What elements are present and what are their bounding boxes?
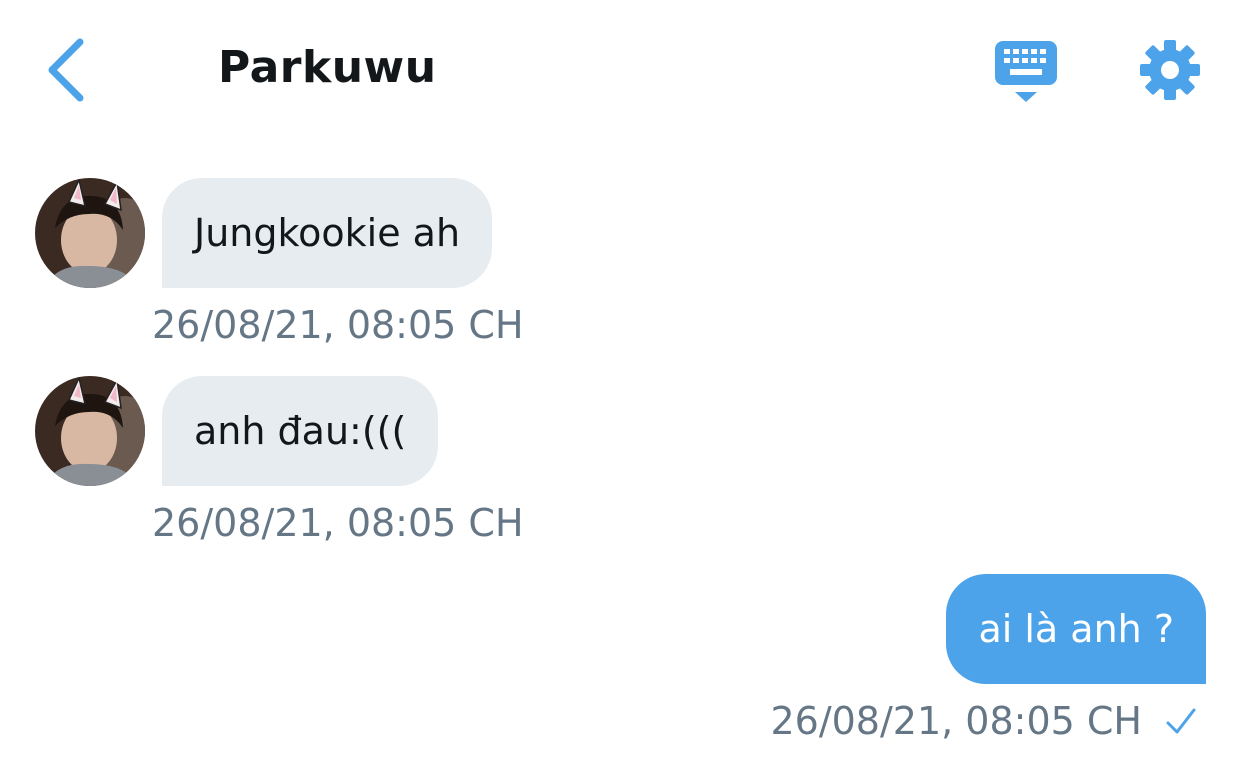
avatar-image	[35, 376, 145, 486]
avatar-image	[35, 178, 145, 288]
check-icon	[1166, 708, 1196, 734]
outgoing-meta: 26/08/21, 08:05 CH	[770, 696, 1198, 746]
sender-avatar[interactable]	[35, 178, 145, 288]
conversation-header: Parkuwu	[0, 0, 1242, 140]
gear-icon	[1140, 40, 1200, 100]
message-timestamp: 26/08/21, 08:05 CH	[152, 501, 524, 545]
message-timestamp: 26/08/21, 08:05 CH	[152, 303, 524, 347]
dm-conversation-screen: Parkuwu Jungkookie ah 26/08/21, 08:05 CH…	[0, 0, 1242, 767]
sender-avatar[interactable]	[35, 376, 145, 486]
message-bubble-outgoing[interactable]: ai là anh ?	[946, 574, 1206, 684]
message-timestamp: 26/08/21, 08:05 CH	[770, 699, 1142, 743]
keyboard-icon	[995, 41, 1057, 102]
message-bubble-incoming[interactable]: Jungkookie ah	[162, 178, 493, 288]
chevron-left-icon	[48, 38, 84, 102]
back-button[interactable]	[40, 34, 96, 106]
settings-button[interactable]	[1138, 38, 1202, 102]
message-bubble-incoming[interactable]: anh đau:(((	[162, 376, 439, 486]
keyboard-button[interactable]	[992, 38, 1060, 106]
conversation-title: Parkuwu	[218, 42, 437, 93]
